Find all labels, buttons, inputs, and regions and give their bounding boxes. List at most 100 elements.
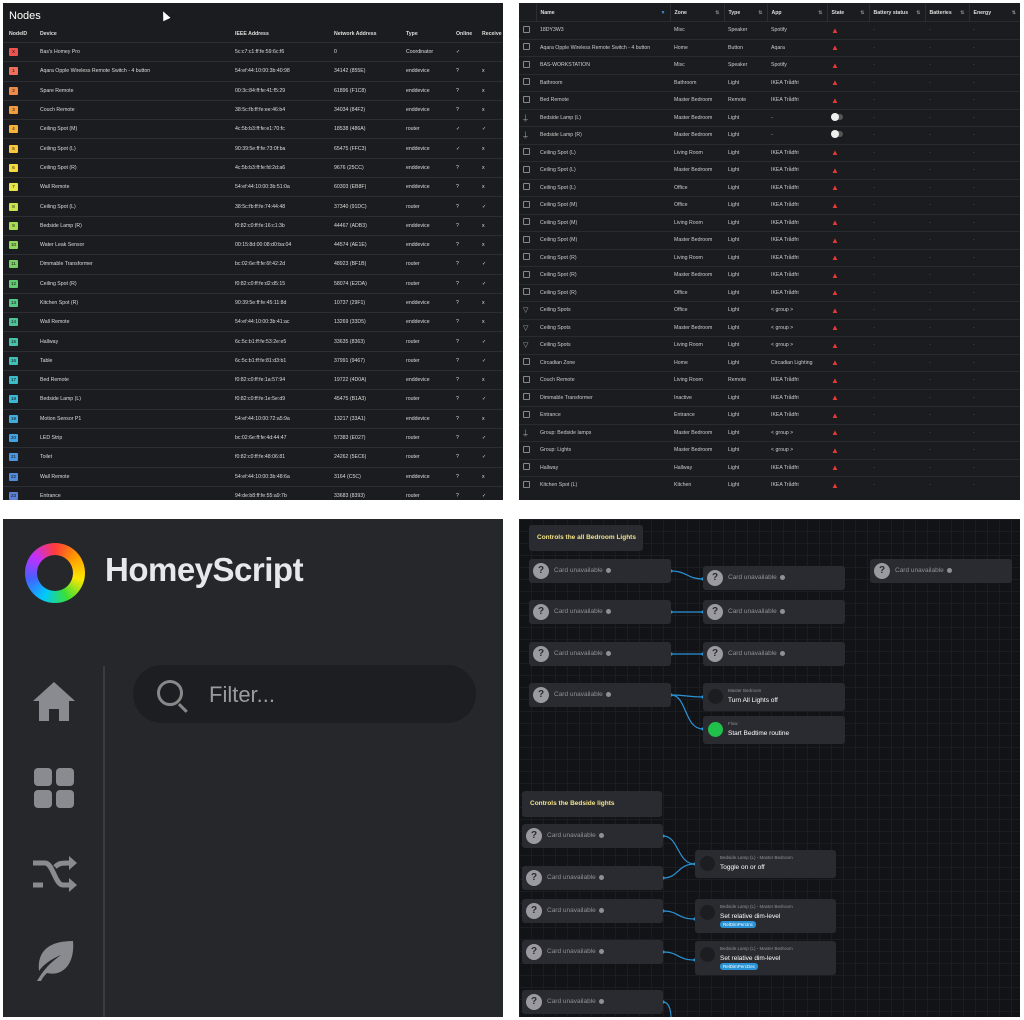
devices-col-header[interactable]	[519, 4, 536, 22]
table-row[interactable]: ▽ Ceiling Spots Master Bedroom Light < group…	[519, 318, 1020, 337]
sort-desc-icon[interactable]: ▼	[661, 10, 666, 16]
table-row[interactable]: 16 Table 6c:5c:b1:ff:fe:81:d3:b1 37991 (946…	[3, 350, 503, 371]
unavailable-card[interactable]: ? Card unavailable	[522, 940, 663, 964]
devices-col-header[interactable]: State ⇅	[826, 4, 869, 22]
table-row[interactable]: 20 LED Strip bc:02:6e:ff:fe:4d:44:47 57383 …	[3, 427, 503, 448]
nodes-col-header[interactable]: Receive	[476, 25, 503, 43]
unavailable-card[interactable]: ? Card unavailable	[529, 642, 671, 666]
sort-icon[interactable]: ⇅	[960, 10, 964, 16]
unavailable-card[interactable]: ? Card unavailable	[703, 566, 845, 590]
table-row[interactable]: Aqara Opple Wireless Remote Switch - 4 b…	[519, 38, 1020, 57]
table-row[interactable]: Ceiling Spot (L) Living Room Light IKEA Trå…	[519, 143, 1020, 162]
table-row[interactable]: 14 Wall Remote 54:ef:44:10:00:3b:41:ac 1326…	[3, 312, 503, 332]
flow-note[interactable]: Controls the Bedside lights	[522, 791, 662, 817]
table-row[interactable]: 21 Toilet f0:82:c0:ff:fe:48:06:81 24262 (5E…	[3, 447, 503, 468]
table-row[interactable]: ⍊ Bedside Lamp (R) Master Bedroom Light - - - -	[519, 126, 1020, 144]
table-row[interactable]: 17 Bed Remote f0:82:c0:ff:fe:1a:57:94 19722…	[3, 370, 503, 390]
unavailable-card[interactable]: ? Card unavailable	[529, 683, 671, 707]
table-row[interactable]: 4 Ceiling Spot (M) 4c:5b:b3:ff:fe:e1:70:fc…	[3, 119, 503, 139]
nodes-col-header[interactable]: Type	[400, 25, 450, 43]
sort-icon[interactable]: ⇅	[758, 10, 762, 16]
sort-icon[interactable]: ⇅	[916, 10, 920, 16]
table-row[interactable]: Ceiling Spot (M) Office Light IKEA Trådfri ▲…	[519, 196, 1020, 214]
sort-icon[interactable]: ⇅	[818, 10, 822, 16]
nodes-col-header[interactable]: Online	[450, 25, 476, 43]
table-row[interactable]: Ceiling Spot (R) Living Room Light IKEA Trå…	[519, 248, 1020, 267]
unavailable-card[interactable]: ? Card unavailable	[529, 559, 671, 583]
nodes-col-header[interactable]: Network Address	[328, 25, 400, 43]
home-icon[interactable]	[29, 677, 79, 727]
unavailable-card[interactable]: ? Card unavailable	[522, 990, 663, 1014]
table-row[interactable]: 12 Ceiling Spot (R) f0:82:c0:ff:fe:d2:d5:1…	[3, 273, 503, 294]
table-row[interactable]: Bed Remote Master Bedroom Remote IKEA Trådf…	[519, 91, 1020, 109]
grid-icon[interactable]	[29, 763, 79, 813]
table-row[interactable]: Ceiling Spot (L) Master Bedroom Light IKEA …	[519, 161, 1020, 179]
unavailable-card[interactable]: ? Card unavailable	[522, 899, 663, 923]
onoff-toggle[interactable]	[831, 112, 843, 121]
devices-col-header[interactable]: Batteries ⇅	[924, 4, 969, 22]
table-row[interactable]: 2 Spare Remote 00:3c:84:ff:fe:41:f5:29 6189…	[3, 80, 503, 101]
action-card-dim-dec[interactable]: Bedside Lamp (L) - Master Bedroom Set re…	[695, 941, 836, 975]
table-row[interactable]: Bathroom Bathroom Light IKEA Trådfri ▲ - - -	[519, 73, 1020, 92]
action-card-toggle[interactable]: Bedside Lamp (L) - Master Bedroom Toggle…	[695, 850, 836, 878]
table-row[interactable]: ▽ Ceiling Spots Office Light < group > ▲ - - -	[519, 301, 1020, 319]
flow-note[interactable]: Controls the all Bedroom Lights	[529, 525, 643, 551]
devices-col-header[interactable]: Energy ⇅	[968, 4, 1020, 22]
table-row[interactable]: 18DY3W3 Misc Speaker Spotify ▲ - - -	[519, 21, 1020, 39]
table-row[interactable]: 15 Hallway 6c:5c:b1:ff:fe:53:2e:e5 33635 (8…	[3, 331, 503, 352]
nodes-col-header[interactable]: NodeID	[3, 25, 34, 43]
table-row[interactable]: 7 Wall Remote 54:ef:44:10:00:3b:51:0a 60303…	[3, 177, 503, 197]
table-row[interactable]: ⍊ Bedside Lamp (L) Master Bedroom Light - - - -	[519, 108, 1020, 127]
table-row[interactable]: 10 Water Leak Sensor 00:15:8d:00:08:d0:ba:…	[3, 234, 503, 255]
action-card-dim-inc[interactable]: Bedside Lamp (L) - Master Bedroom Set re…	[695, 899, 836, 933]
table-row[interactable]: 5 Ceiling Spot (L) 90:39:5e:ff:fe:73:0f:ba…	[3, 138, 503, 159]
table-row[interactable]: Ceiling Spot (M) Master Bedroom Light IKEA …	[519, 231, 1020, 249]
table-row[interactable]: X Bas's Homey Pro 5c:c7:c1:ff:fe:59:6c:f6 0…	[3, 41, 503, 62]
table-row[interactable]: 13 Kitchen Spot (R) 90:39:5e:ff:fe:45:11:8…	[3, 292, 503, 313]
table-row[interactable]: Ceiling Spot (M) Living Room Light IKEA Trå…	[519, 213, 1020, 232]
table-row[interactable]: Ceiling Spot (L) Office Light IKEA Trådfri ▲…	[519, 178, 1020, 197]
unavailable-card[interactable]: ? Card unavailable	[522, 866, 663, 890]
table-row[interactable]: BAS-WORKSTATION Misc Speaker Spotify ▲ - - -	[519, 56, 1020, 74]
onoff-toggle[interactable]	[831, 130, 843, 139]
table-row[interactable]: Dimmable Transformer Inactive Light IKEA Tr…	[519, 388, 1020, 407]
devices-col-header[interactable]: Battery status ⇅	[868, 4, 925, 22]
table-row[interactable]: 1 Aqara Opple Wireless Remote Switch - 4 …	[3, 61, 503, 82]
nodes-col-header[interactable]: IEEE Address	[229, 25, 328, 43]
table-row[interactable]: Entrance Entrance Light IKEA Trådfri ▲ - - -	[519, 406, 1020, 424]
table-row[interactable]: Ceiling Spot (R) Office Light IKEA Trådfri ▲…	[519, 283, 1020, 302]
nodes-col-header[interactable]: Device	[34, 25, 229, 43]
table-row[interactable]: Hallway Hallway Light IKEA Trådfri ▲ - - -	[519, 458, 1020, 477]
table-row[interactable]: Couch Remote Living Room Remote IKEA Trådfr…	[519, 371, 1020, 389]
filter-input[interactable]	[207, 677, 461, 713]
devices-col-header[interactable]: Zone ⇅	[669, 4, 724, 22]
table-row[interactable]: 22 Wall Remote 54:ef:44:10:00:3b:48:6a 3164…	[3, 466, 503, 487]
sort-icon[interactable]: ⇅	[715, 10, 719, 16]
unavailable-card[interactable]: ? Card unavailable	[529, 600, 671, 624]
table-row[interactable]: Group: Lights Master Bedroom Light < group …	[519, 441, 1020, 459]
devices-col-header[interactable]: App ⇅	[766, 4, 827, 22]
sort-icon[interactable]: ⇅	[860, 10, 864, 16]
table-row[interactable]: ⍊ Group: Bedside lamps Master Bedroom Light…	[519, 423, 1020, 442]
unavailable-card[interactable]: ? Card unavailable	[703, 642, 845, 666]
unavailable-card[interactable]: ? Card unavailable	[522, 824, 663, 848]
table-row[interactable]: Ceiling Spot (R) Master Bedroom Light IKEA …	[519, 266, 1020, 284]
table-row[interactable]: 19 Motion Sensor P1 54:ef:44:10:00:72:a5:9…	[3, 408, 503, 429]
table-row[interactable]: 8 Ceiling Spot (L) 38:5c:fb:ff:fe:74:44:48…	[3, 196, 503, 217]
sort-icon[interactable]: ⇅	[1012, 10, 1016, 16]
unavailable-card[interactable]: ? Card unavailable	[703, 600, 845, 624]
action-card-start-flow[interactable]: Flow Start Bedtime routine	[703, 716, 845, 744]
table-row[interactable]: 23 Entrance 94:de:b8:ff:fe:55:a9:7b 33683 (…	[3, 485, 503, 500]
flow-shuffle-icon[interactable]	[29, 849, 79, 899]
devices-col-header[interactable]: Name ▼	[535, 4, 670, 22]
table-row[interactable]: 6 Ceiling Spot (R) 4c:5b:b3:ff:fe:fd:2d:a6…	[3, 157, 503, 178]
filter-search-box[interactable]	[133, 665, 476, 723]
table-row[interactable]: 3 Couch Remote 38:5c:fb:ff:fe:ee:46:b4 3403…	[3, 99, 503, 120]
table-row[interactable]: Circadian Zone Home Light Circadian Lightin…	[519, 353, 1020, 372]
action-card-turn-lights-off[interactable]: Master Bedroom Turn All Lights off	[703, 683, 845, 711]
leaf-icon[interactable]	[29, 935, 79, 985]
table-row[interactable]: Kitchen Spot (L) Kitchen Light IKEA Trådfri…	[519, 476, 1020, 494]
devices-col-header[interactable]: Type ⇅	[723, 4, 767, 22]
unavailable-card[interactable]: ? Card unavailable	[870, 559, 1012, 583]
table-row[interactable]: 9 Bedside Lamp (R) f0:82:c0:ff:fe:16:c1:3b…	[3, 215, 503, 236]
